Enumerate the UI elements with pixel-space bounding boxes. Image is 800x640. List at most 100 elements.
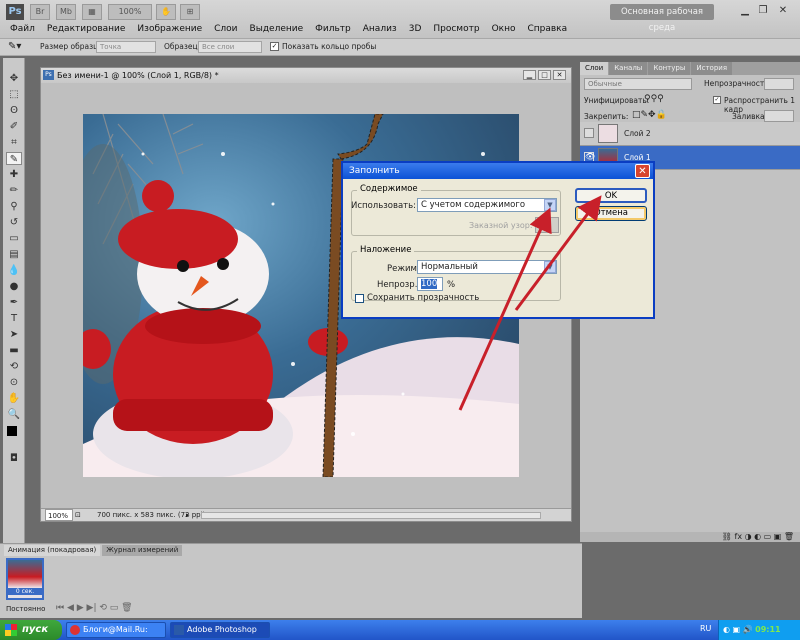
menu-3d[interactable]: 3D <box>403 22 428 36</box>
3d-rotate-tool-icon[interactable]: ⟲ <box>6 360 22 373</box>
clone-stamp-tool-icon[interactable]: ⚲ <box>6 200 22 213</box>
eyedropper-icon[interactable]: ✎▾ <box>8 41 21 52</box>
visibility-toggle[interactable] <box>584 128 594 138</box>
frame-time[interactable]: 0 сек. <box>8 588 42 595</box>
blend-mode-select[interactable]: Обычные <box>584 78 692 90</box>
menu-layers[interactable]: Слои <box>208 22 243 36</box>
preserve-transparency-checkbox[interactable] <box>355 294 364 303</box>
fill-dialog: Заполнить ✕ Содержимое Использовать: С у… <box>341 161 655 319</box>
propagate-checkbox[interactable]: ✓ <box>713 96 721 104</box>
loop-select[interactable]: Постоянно <box>6 605 45 613</box>
crop-tool-icon[interactable]: ⌗ <box>6 136 22 149</box>
doc-maximize-button[interactable]: □ <box>538 70 551 80</box>
view-extras-button[interactable]: ▦ <box>82 4 102 20</box>
sample-layers-select[interactable]: Все слои <box>198 41 262 53</box>
ok-button[interactable]: OK <box>575 188 647 203</box>
eraser-tool-icon[interactable]: ▭ <box>6 232 22 245</box>
lock-icons[interactable]: □✎✥🔒 <box>632 110 667 120</box>
menu-file[interactable]: Файл <box>4 22 41 36</box>
tab-history[interactable]: История <box>691 62 733 75</box>
menu-edit[interactable]: Редактирование <box>41 22 132 36</box>
chevron-down-icon[interactable]: ▼ <box>544 199 556 211</box>
close-app-button[interactable]: ✕ <box>776 5 790 18</box>
eyedropper-tool-icon[interactable]: ✎ <box>6 152 22 165</box>
pen-tool-icon[interactable]: ✒ <box>6 296 22 309</box>
tab-paths[interactable]: Контуры <box>648 62 691 75</box>
gradient-tool-icon[interactable]: ▤ <box>6 248 22 261</box>
quick-mask-icon[interactable]: ◘ <box>6 452 22 465</box>
hand-tool-icon[interactable]: ✋ <box>6 392 22 405</box>
cancel-button[interactable]: Отмена <box>575 206 647 221</box>
menu-image[interactable]: Изображение <box>131 22 208 36</box>
minimize-app-button[interactable]: ▁ <box>738 5 752 18</box>
show-ring-label: Показать кольцо пробы <box>282 42 377 51</box>
fill-field[interactable] <box>764 110 794 122</box>
doc-close-button[interactable]: ✕ <box>553 70 566 80</box>
menu-filter[interactable]: Фильтр <box>309 22 357 36</box>
document-status-bar: 100% ⊡ 700 пикс. x 583 пикс. (72 ppi) ▸ <box>41 508 571 521</box>
3d-orbit-tool-icon[interactable]: ⊙ <box>6 376 22 389</box>
menu-analysis[interactable]: Анализ <box>357 22 403 36</box>
type-tool-icon[interactable]: T <box>6 312 22 325</box>
chevron-down-icon[interactable]: ▼ <box>544 261 556 273</box>
lasso-tool-icon[interactable]: ʘ <box>6 104 22 117</box>
panel-tabs: Слои Каналы Контуры История <box>580 62 800 75</box>
start-button[interactable]: пуск <box>0 620 62 640</box>
move-tool-icon[interactable]: ✥ <box>6 72 22 85</box>
foreground-color-swatch[interactable] <box>7 426 17 436</box>
mode-select[interactable]: Нормальный ▼ <box>417 260 557 274</box>
pattern-picker[interactable] <box>535 217 559 233</box>
language-indicator[interactable]: RU <box>700 624 711 633</box>
opera-icon <box>70 625 80 635</box>
document-title-bar[interactable]: Ps Без имени-1 @ 100% (Слой 1, RGB/8) * <box>41 68 571 83</box>
hand-tool-button[interactable]: ✋ <box>156 4 176 20</box>
mini-bridge-button[interactable]: Mb <box>56 4 76 20</box>
dialog-close-button[interactable]: ✕ <box>635 164 650 178</box>
layer-opacity-field[interactable] <box>764 78 794 90</box>
bridge-button[interactable]: Br <box>30 4 50 20</box>
tray-icons[interactable]: ◐ ▣ 🔊 <box>723 625 755 634</box>
quick-select-tool-icon[interactable]: ✐ <box>6 120 22 133</box>
tab-layers[interactable]: Слои <box>580 62 609 75</box>
menu-view[interactable]: Просмотр <box>427 22 485 36</box>
arrange-documents-button[interactable]: ⊞ <box>180 4 200 20</box>
taskbar-item-browser[interactable]: Блоги@Mail.Ru: Мой ... <box>66 622 166 640</box>
zoom-level-button[interactable]: 100% <box>108 4 152 20</box>
clock: 09:11 <box>755 625 781 634</box>
show-ring-checkbox[interactable]: ✓ <box>270 42 279 51</box>
dodge-tool-icon[interactable]: ● <box>6 280 22 293</box>
restore-app-button[interactable]: ❐ <box>756 5 770 18</box>
ps-doc-icon: Ps <box>43 70 54 80</box>
layer-actions-bar[interactable]: ⛓ fx ◑ ◐ ▭ ▣ 🗑 <box>580 532 800 542</box>
zoom-field[interactable]: 100% <box>45 509 73 521</box>
layer-row[interactable]: Слой 2 <box>580 122 800 146</box>
horizontal-scrollbar[interactable] <box>201 512 541 519</box>
unify-icons[interactable]: ⚲⚲⚲ <box>644 94 664 104</box>
healing-brush-tool-icon[interactable]: ✚ <box>6 168 22 181</box>
tab-measurement-log[interactable]: Журнал измерений <box>102 545 183 556</box>
history-brush-tool-icon[interactable]: ↺ <box>6 216 22 229</box>
use-select[interactable]: С учетом содержимого ▼ <box>417 198 557 212</box>
pattern-label: Заказной узор: <box>469 221 533 230</box>
opacity-input[interactable]: 100 <box>417 277 443 291</box>
info-menu-arrow[interactable]: ▸ <box>186 509 190 521</box>
marquee-tool-icon[interactable]: ⬚ <box>6 88 22 101</box>
tab-channels[interactable]: Каналы <box>609 62 648 75</box>
menu-help[interactable]: Справка <box>521 22 573 36</box>
blur-tool-icon[interactable]: 💧 <box>6 264 22 277</box>
workspace-switcher[interactable]: Основная рабочая среда <box>610 4 714 33</box>
animation-frame[interactable]: 0 сек. <box>6 558 44 600</box>
menu-window[interactable]: Окно <box>486 22 522 36</box>
brush-tool-icon[interactable]: ✏ <box>6 184 22 197</box>
shape-tool-icon[interactable]: ▬ <box>6 344 22 357</box>
preview-icon[interactable]: ⊡ <box>75 509 81 521</box>
sample-size-select[interactable]: Точка <box>96 41 156 53</box>
menu-select[interactable]: Выделение <box>244 22 310 36</box>
taskbar-item-photoshop[interactable]: Adobe Photoshop CS... <box>170 622 270 640</box>
dialog-title[interactable]: Заполнить <box>343 163 653 179</box>
tab-animation[interactable]: Анимация (покадровая) <box>4 545 101 556</box>
path-select-tool-icon[interactable]: ➤ <box>6 328 22 341</box>
zoom-tool-icon[interactable]: 🔍 <box>6 408 22 421</box>
playback-controls[interactable]: ⏮ ◀ ▶ ▶| ⟲ ▭ 🗑 <box>56 603 133 613</box>
doc-minimize-button[interactable]: ▁ <box>523 70 536 80</box>
